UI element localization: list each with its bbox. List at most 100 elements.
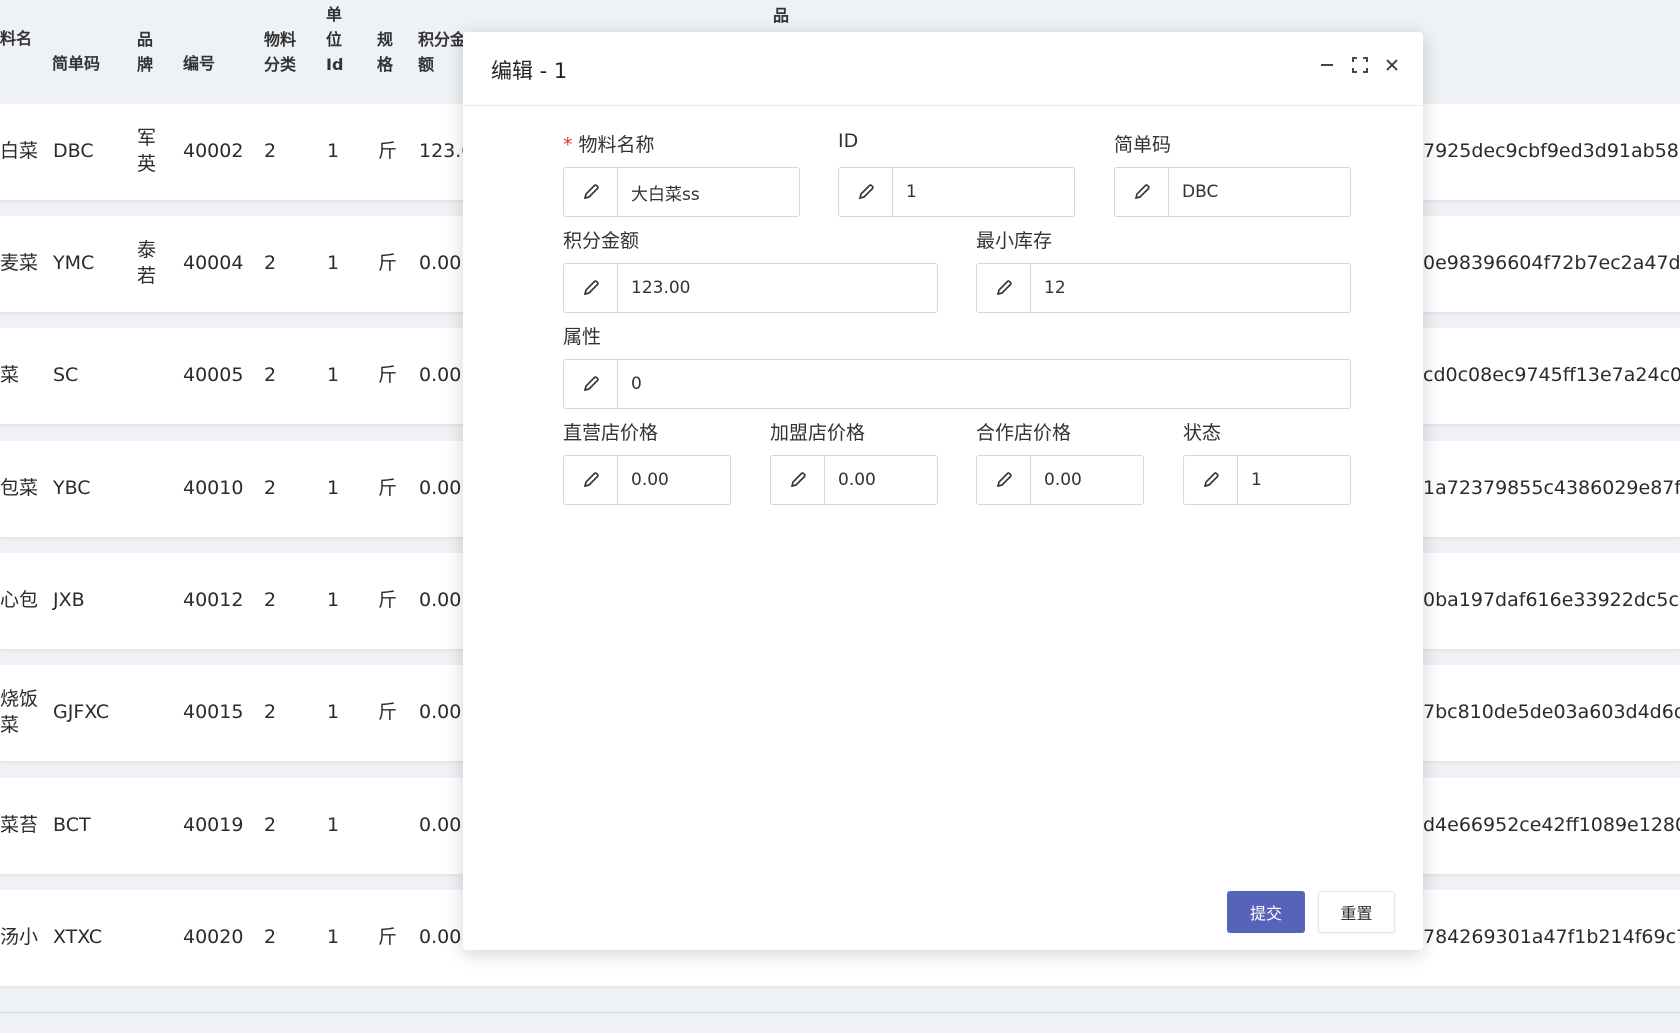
table-bottom-divider: [0, 1012, 1680, 1013]
cell-points: 0.00: [419, 364, 462, 386]
header-unit-id[interactable]: 单 位 Id: [326, 2, 343, 77]
header-category[interactable]: 物料 分类: [264, 27, 296, 77]
cell-name: 白菜: [0, 140, 39, 162]
cell-category: 2: [264, 926, 277, 948]
edit-modal: 编辑 - 1 *物料名称 ID 简单码 积分金额 最小库存: [463, 32, 1423, 950]
partner-price-field: [976, 455, 1144, 505]
points-amount-input[interactable]: [618, 264, 937, 312]
pencil-icon: [771, 456, 825, 504]
cell-number: 40015: [183, 701, 244, 723]
cell-image: 0ba197daf616e33922dc5c8.: [1423, 589, 1680, 611]
cell-code: YBC: [53, 477, 91, 499]
cell-spec: 斤: [378, 252, 398, 274]
pencil-icon: [839, 168, 893, 216]
header-brand[interactable]: 品 牌: [137, 27, 153, 77]
submit-button[interactable]: 提交: [1227, 891, 1305, 933]
cell-name: 汤小: [0, 926, 39, 948]
cell-spec: 斤: [378, 477, 398, 499]
material-name-label: * 物料名称: [563, 134, 655, 156]
points-amount-field: [563, 263, 938, 313]
cell-brand: 泰 若: [137, 239, 157, 287]
cell-points: 0.00: [419, 814, 462, 836]
required-marker: *: [563, 134, 573, 156]
cell-points: 0.00: [419, 477, 462, 499]
cell-unit-id: 1: [327, 477, 340, 499]
attribute-input[interactable]: [618, 360, 1350, 408]
cell-name: 菜苔: [0, 814, 39, 836]
cell-category: 2: [264, 140, 277, 162]
material-name-field: [563, 167, 800, 217]
cell-image: cd0c08ec9745ff13e7a24c0.jp: [1423, 364, 1680, 386]
cell-category: 2: [264, 252, 277, 274]
cell-code: XTXC: [53, 926, 103, 948]
material-name-input[interactable]: [618, 168, 799, 216]
cell-code: YMC: [53, 252, 95, 274]
reset-button[interactable]: 重置: [1318, 891, 1395, 933]
cell-unit-id: 1: [327, 589, 340, 611]
cell-number: 40004: [183, 252, 244, 274]
pencil-icon: [564, 456, 618, 504]
cell-unit-id: 1: [327, 701, 340, 723]
cell-spec: 斤: [378, 701, 398, 723]
pencil-icon: [564, 168, 618, 216]
minimize-icon[interactable]: [1314, 52, 1340, 78]
cell-category: 2: [264, 814, 277, 836]
cell-points: 0.00: [419, 701, 462, 723]
min-stock-input[interactable]: [1031, 264, 1350, 312]
min-stock-field: [976, 263, 1351, 313]
cell-number: 40010: [183, 477, 244, 499]
franchise-price-input[interactable]: [825, 456, 937, 504]
cell-points: 0.00: [419, 252, 462, 274]
pencil-icon: [1115, 168, 1169, 216]
direct-price-input[interactable]: [618, 456, 730, 504]
franchise-price-label: 加盟店价格: [770, 422, 866, 444]
cell-brand: 军 英: [137, 127, 157, 175]
attribute-label: 属性: [563, 326, 602, 348]
id-label: ID: [838, 130, 859, 152]
header-number[interactable]: 编号: [183, 51, 215, 76]
cell-spec: 斤: [378, 364, 398, 386]
points-amount-label: 积分金额: [563, 230, 640, 252]
cell-number: 40012: [183, 589, 244, 611]
cell-name: 包菜: [0, 477, 39, 499]
cell-unit-id: 1: [327, 814, 340, 836]
direct-price-field: [563, 455, 731, 505]
header-name[interactable]: 料名: [0, 26, 32, 51]
header-spec[interactable]: 规 格: [377, 27, 393, 77]
header-points[interactable]: 积分金 额: [418, 27, 466, 77]
cell-name: 菜: [0, 364, 20, 386]
simple-code-label: 简单码: [1114, 134, 1172, 156]
cell-category: 2: [264, 589, 277, 611]
cell-code: GJFXC: [53, 701, 110, 723]
cell-name: 心包: [0, 589, 39, 611]
id-input[interactable]: [893, 168, 1074, 216]
cell-unit-id: 1: [327, 252, 340, 274]
cell-code: BCT: [53, 814, 91, 836]
modal-header: 编辑 - 1: [463, 32, 1423, 106]
cell-spec: 斤: [378, 140, 398, 162]
cell-code: SC: [53, 364, 79, 386]
simple-code-field: [1114, 167, 1351, 217]
status-input[interactable]: [1238, 456, 1350, 504]
cell-image: 0e98396604f72b7ec2a47da: [1423, 252, 1680, 274]
cell-spec: 斤: [378, 926, 398, 948]
cell-category: 2: [264, 477, 277, 499]
fullscreen-icon[interactable]: [1347, 52, 1373, 78]
pencil-icon: [977, 456, 1031, 504]
simple-code-input[interactable]: [1169, 168, 1350, 216]
cell-points: 0.00: [419, 926, 462, 948]
cell-code: JXB: [53, 589, 85, 611]
cell-code: DBC: [53, 140, 94, 162]
cell-number: 40020: [183, 926, 244, 948]
cell-unit-id: 1: [327, 926, 340, 948]
partner-price-input[interactable]: [1031, 456, 1143, 504]
header-extra[interactable]: 品: [773, 3, 789, 28]
cell-name: 烧饭 菜: [0, 688, 39, 736]
pencil-icon: [564, 360, 618, 408]
header-code[interactable]: 简单码: [52, 51, 100, 76]
close-icon[interactable]: [1379, 52, 1405, 78]
direct-price-label: 直营店价格: [563, 422, 659, 444]
pencil-icon: [977, 264, 1031, 312]
cell-unit-id: 1: [327, 140, 340, 162]
cell-spec: 斤: [378, 589, 398, 611]
